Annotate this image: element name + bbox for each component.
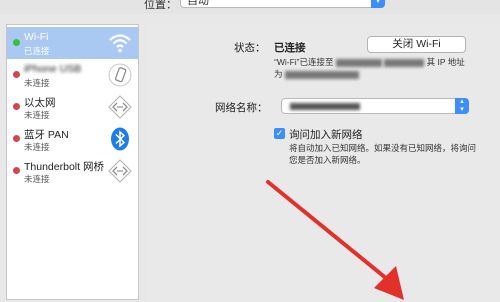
annotation-arrow <box>266 180 404 300</box>
